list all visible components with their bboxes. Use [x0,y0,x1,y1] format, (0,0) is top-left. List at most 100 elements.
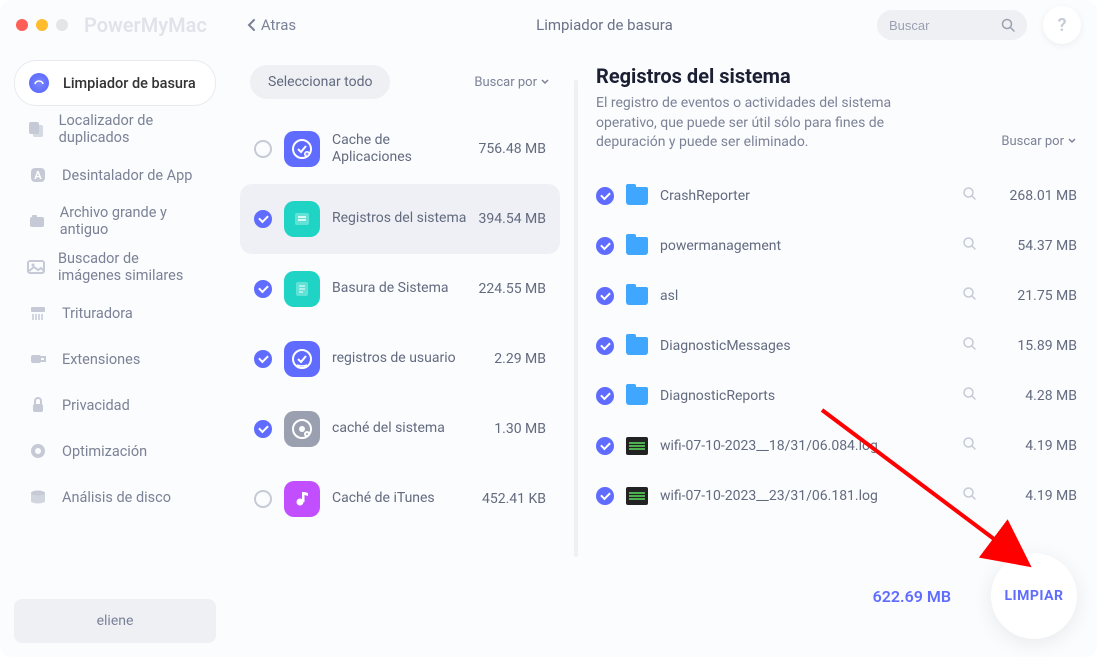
checkbox[interactable] [254,490,272,508]
category-size: 224.55 MB [479,281,546,297]
category-icon [284,271,320,307]
file-row[interactable]: wifi-07-10-2023__23/31/06.181.log 4.19 MB [596,471,1077,521]
checkbox[interactable] [254,140,272,158]
images-icon [26,255,46,279]
checkbox[interactable] [596,237,614,255]
sidebar-item-label: Limpiador de basura [63,75,196,92]
checkbox[interactable] [254,420,272,438]
sidebar-item-label: Trituradora [62,305,133,322]
body: Limpiador de basura Localizador de duplic… [0,50,1097,657]
file-name: DiagnosticReports [660,388,950,404]
title-bar: PowerMyMac Atras Limpiador de basura ? [0,0,1097,50]
category-icon [284,411,320,447]
checkbox[interactable] [254,350,272,368]
reveal-button[interactable] [962,236,977,255]
checkbox[interactable] [596,287,614,305]
close-window-button[interactable] [16,19,28,31]
chevron-down-icon [540,78,550,86]
logfile-icon [626,487,648,505]
select-all-button[interactable]: Seleccionar todo [250,65,390,99]
reveal-button[interactable] [962,386,977,405]
file-name: asl [660,288,950,304]
reveal-button[interactable] [962,286,977,305]
checkbox[interactable] [596,387,614,405]
file-row[interactable]: DiagnosticMessages15.89 MB [596,321,1077,371]
file-row[interactable]: DiagnosticReports 4.28 MB [596,371,1077,421]
category-item[interactable]: registros de usuario2.29 MB [240,324,560,394]
sidebar-item-privacy[interactable]: Privacidad [14,382,216,428]
category-size: 2.29 MB [494,351,546,367]
sort-dropdown[interactable]: Buscar por [474,75,550,90]
detail-title: Registros del sistema [596,64,926,88]
sidebar-item-images[interactable]: Buscador de imágenes similares [14,244,216,290]
file-size: 54.37 MB [989,238,1077,254]
divider [574,80,578,557]
category-item[interactable]: Basura de Sistema224.55 MB [240,254,560,324]
file-name: DiagnosticMessages [660,338,950,354]
file-row[interactable]: CrashReporter268.01 MB [596,171,1077,221]
category-label: Caché de iTunes [332,490,470,508]
sidebar-item-label: Desintalador de App [62,167,192,184]
shred-icon [26,301,50,325]
checkbox[interactable] [254,210,272,228]
sidebar-item-junk[interactable]: Limpiador de basura [14,60,216,106]
reveal-button[interactable] [962,186,977,205]
sidebar-item-label: Localizador de duplicados [59,112,204,146]
app-title: PowerMyMac [84,13,207,37]
search-input[interactable] [889,18,1001,33]
checkbox[interactable] [596,487,614,505]
sidebar-item-label: Privacidad [62,397,130,414]
file-name: wifi-07-10-2023__18/31/06.084.log [660,438,950,454]
footer: 622.69 MB LIMPIAR [873,553,1077,639]
file-row[interactable]: wifi-07-10-2023__18/31/06.084.log4.19 MB [596,421,1077,471]
folder-icon [626,187,648,205]
chevron-down-icon [1067,137,1077,145]
category-item[interactable]: Registros del sistema394.54 MB [240,184,560,254]
clean-button[interactable]: LIMPIAR [991,553,1077,639]
category-size: 1.30 MB [494,421,546,437]
category-label: Cache de Aplicaciones [332,132,467,167]
detail-header: Registros del sistema El registro de eve… [596,64,1077,153]
reveal-button[interactable] [962,436,977,455]
file-size: 4.28 MB [989,388,1077,404]
privacy-icon [26,393,50,417]
reveal-button[interactable] [962,486,977,505]
sidebar-item-shred[interactable]: Trituradora [14,290,216,336]
junk-icon [27,71,51,95]
file-row[interactable]: powermanagement54.37 MB [596,221,1077,271]
folder-icon [626,387,648,405]
checkbox[interactable] [254,280,272,298]
svg-text:A: A [34,169,42,182]
sidebar-item-optim[interactable]: Optimización [14,428,216,474]
sidebar-item-dup[interactable]: Localizador de duplicados [14,106,216,152]
checkbox[interactable] [596,337,614,355]
checkbox[interactable] [596,187,614,205]
minimize-window-button[interactable] [36,19,48,31]
sidebar-item-uninstall[interactable]: A Desintalador de App [14,152,216,198]
sidebar-item-large[interactable]: Archivo grande y antiguo [14,198,216,244]
help-button[interactable]: ? [1043,6,1081,44]
file-size: 4.19 MB [989,488,1077,504]
category-icon [284,481,320,517]
app-window: PowerMyMac Atras Limpiador de basura ? L… [0,0,1097,657]
file-row[interactable]: asl21.75 MB [596,271,1077,321]
detail-sort-label: Buscar por [1001,134,1064,149]
category-label: caché del sistema [332,420,482,438]
detail-sort-dropdown[interactable]: Buscar por [1001,134,1077,149]
zoom-window-button[interactable] [56,19,68,31]
category-item[interactable]: Cache de Aplicaciones756.48 MB [240,114,560,184]
file-name: wifi-07-10-2023__23/31/06.181.log [660,488,950,504]
user-box[interactable]: eliene [14,599,216,643]
category-icon [284,341,320,377]
sidebar: Limpiador de basura Localizador de duplic… [0,50,230,657]
reveal-button[interactable] [962,336,977,355]
sidebar-item-ext[interactable]: Extensiones [14,336,216,382]
checkbox[interactable] [596,437,614,455]
search-input-container[interactable] [877,10,1027,40]
file-name: CrashReporter [660,188,950,204]
category-item[interactable]: Caché de iTunes452.41 KB [240,464,560,534]
category-item[interactable]: caché del sistema 1.30 MB [240,394,560,464]
search-icon [1001,18,1015,32]
sidebar-item-disk[interactable]: Análisis de disco [14,474,216,520]
back-button[interactable]: Atras [247,16,296,34]
